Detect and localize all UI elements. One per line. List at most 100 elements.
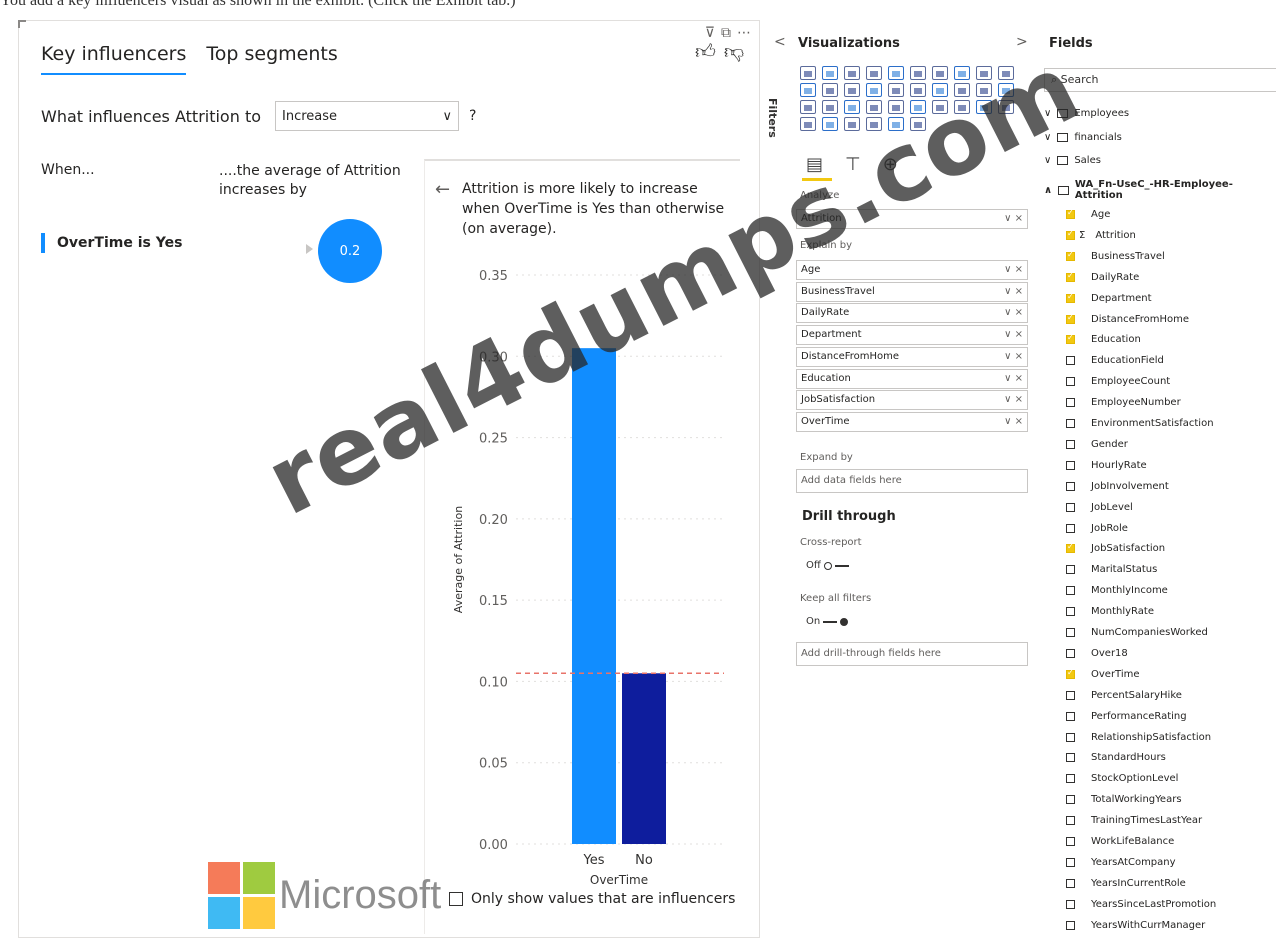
filters-pane-label[interactable]: Filters: [766, 98, 779, 138]
field-checkbox[interactable]: [1066, 690, 1075, 700]
fields-well-icon[interactable]: ▤: [806, 154, 823, 175]
field-item[interactable]: Department: [1066, 292, 1152, 304]
explain-by-field[interactable]: OverTime ∨ ×: [796, 411, 1028, 432]
visual-type-icon[interactable]: [844, 100, 860, 114]
tab-key-influencers[interactable]: Key influencers: [41, 43, 187, 75]
visual-type-icon[interactable]: [888, 117, 904, 131]
field-item[interactable]: YearsSinceLastPromotion: [1066, 899, 1216, 910]
visual-type-icon[interactable]: [844, 83, 860, 97]
visual-type-icon[interactable]: [910, 66, 926, 80]
visual-type-icon[interactable]: [800, 83, 816, 97]
field-item[interactable]: DistanceFromHome: [1066, 313, 1189, 325]
well-controls[interactable]: ∨ ×: [1004, 351, 1023, 363]
field-table[interactable]: ∧ WA_Fn-UseC_-HR-Employee-Attrition: [1044, 179, 1276, 201]
field-item[interactable]: JobSatisfaction: [1066, 542, 1165, 554]
visual-type-icon[interactable]: [998, 100, 1014, 114]
field-checkbox[interactable]: [1066, 542, 1075, 554]
field-item[interactable]: RelationshipSatisfaction: [1066, 732, 1211, 743]
field-checkbox[interactable]: [1066, 460, 1075, 470]
field-item[interactable]: JobLevel: [1066, 502, 1133, 513]
field-item[interactable]: BusinessTravel: [1066, 250, 1165, 262]
visual-type-icon[interactable]: [866, 117, 882, 131]
visual-type-icon[interactable]: [800, 100, 816, 114]
field-item[interactable]: StandardHours: [1066, 752, 1166, 763]
field-checkbox[interactable]: [1066, 878, 1075, 888]
field-checkbox[interactable]: [1066, 502, 1075, 512]
visual-type-icon[interactable]: [998, 66, 1014, 80]
field-item[interactable]: TotalWorkingYears: [1066, 794, 1182, 805]
visual-type-icon[interactable]: [822, 100, 838, 114]
visual-type-icon[interactable]: [932, 83, 948, 97]
visual-type-icon[interactable]: [976, 83, 992, 97]
field-item[interactable]: JobRole: [1066, 523, 1128, 534]
chevron-down-icon[interactable]: ∨: [1044, 108, 1051, 119]
field-checkbox[interactable]: [1066, 439, 1075, 449]
well-controls[interactable]: ∨ ×: [1004, 416, 1023, 428]
filters-collapsed-pane[interactable]: [762, 60, 784, 260]
field-item[interactable]: YearsWithCurrManager: [1066, 920, 1205, 931]
field-checkbox[interactable]: [1066, 523, 1075, 533]
visual-type-icon[interactable]: [998, 83, 1014, 97]
visual-type-icon[interactable]: [888, 83, 904, 97]
field-checkbox[interactable]: [1066, 377, 1075, 387]
explain-by-field[interactable]: Education ∨ ×: [796, 368, 1028, 389]
explain-by-field[interactable]: DailyRate ∨ ×: [796, 303, 1028, 324]
field-checkbox[interactable]: [1066, 208, 1075, 219]
fields-search-input[interactable]: ⌕ Search: [1044, 68, 1276, 92]
field-item[interactable]: Education: [1066, 333, 1141, 345]
explain-by-field[interactable]: Department ∨ ×: [796, 325, 1028, 346]
well-controls[interactable]: ∨ ×: [1004, 394, 1023, 406]
field-checkbox[interactable]: [1066, 607, 1075, 617]
visual-type-icon[interactable]: [800, 66, 816, 80]
analytics-magnifier-icon[interactable]: ⊕: [883, 154, 898, 175]
field-item[interactable]: OverTime: [1066, 668, 1140, 680]
field-table[interactable]: ∨ Sales: [1044, 155, 1101, 166]
field-checkbox[interactable]: [1066, 356, 1075, 366]
field-item[interactable]: YearsInCurrentRole: [1066, 878, 1186, 889]
explain-by-field[interactable]: DistanceFromHome ∨ ×: [796, 346, 1028, 367]
field-table[interactable]: ∨ financials: [1044, 132, 1122, 143]
field-item[interactable]: Age: [1066, 208, 1110, 220]
field-checkbox[interactable]: [1066, 899, 1075, 909]
field-checkbox[interactable]: [1066, 250, 1075, 261]
visual-type-icon[interactable]: [822, 83, 838, 97]
thumbs-up-icon[interactable]: 👍︎: [695, 39, 716, 64]
field-checkbox[interactable]: [1066, 586, 1075, 596]
field-checkbox[interactable]: [1066, 398, 1075, 408]
well-controls[interactable]: ∨ ×: [1004, 264, 1023, 276]
field-checkbox[interactable]: [1066, 565, 1075, 575]
field-item[interactable]: MonthlyIncome: [1066, 585, 1168, 596]
field-item[interactable]: PercentSalaryHike: [1066, 690, 1182, 701]
influencer-item[interactable]: OverTime is Yes: [41, 233, 182, 253]
chevron-up-icon[interactable]: ∧: [1044, 185, 1052, 196]
field-checkbox[interactable]: [1066, 753, 1075, 763]
visual-type-icon[interactable]: [954, 83, 970, 97]
only-influencers-checkbox[interactable]: [449, 892, 463, 906]
field-checkbox[interactable]: [1066, 648, 1075, 658]
visual-type-icon[interactable]: [822, 117, 838, 131]
explain-by-field[interactable]: BusinessTravel ∨ ×: [796, 281, 1028, 302]
expand-by-drop-zone[interactable]: Add data fields here: [796, 469, 1028, 493]
only-influencers-option[interactable]: Only show values that are influencers: [449, 891, 735, 907]
visual-type-icon[interactable]: [910, 83, 926, 97]
key-influencers-visual[interactable]: ⊽ ⧉ ⋯ Key influencers Top segments 👍︎ 👎︎…: [18, 20, 760, 938]
well-controls[interactable]: ∨ ×: [1004, 286, 1023, 298]
field-item[interactable]: Over18: [1066, 648, 1128, 659]
chevron-down-icon[interactable]: ∨: [1044, 132, 1051, 143]
resize-corner[interactable]: [18, 20, 26, 28]
visual-type-icon[interactable]: [866, 83, 882, 97]
field-checkbox[interactable]: [1066, 837, 1075, 846]
field-item[interactable]: MonthlyRate: [1066, 606, 1154, 617]
field-checkbox[interactable]: [1066, 271, 1075, 282]
field-checkbox[interactable]: [1066, 774, 1075, 784]
field-item[interactable]: Gender: [1066, 439, 1128, 450]
chevron-down-icon[interactable]: ∨: [1044, 155, 1051, 166]
visual-type-icon[interactable]: [910, 117, 926, 131]
field-checkbox[interactable]: [1066, 481, 1075, 491]
tab-top-segments[interactable]: Top segments: [206, 43, 337, 75]
visual-type-icon[interactable]: [976, 100, 992, 114]
collapse-left-icon[interactable]: <: [774, 34, 786, 50]
field-checkbox[interactable]: [1066, 732, 1075, 742]
analyze-well[interactable]: Attrition ∨ ×: [796, 209, 1028, 229]
well-controls[interactable]: ∨ ×: [1004, 329, 1023, 341]
